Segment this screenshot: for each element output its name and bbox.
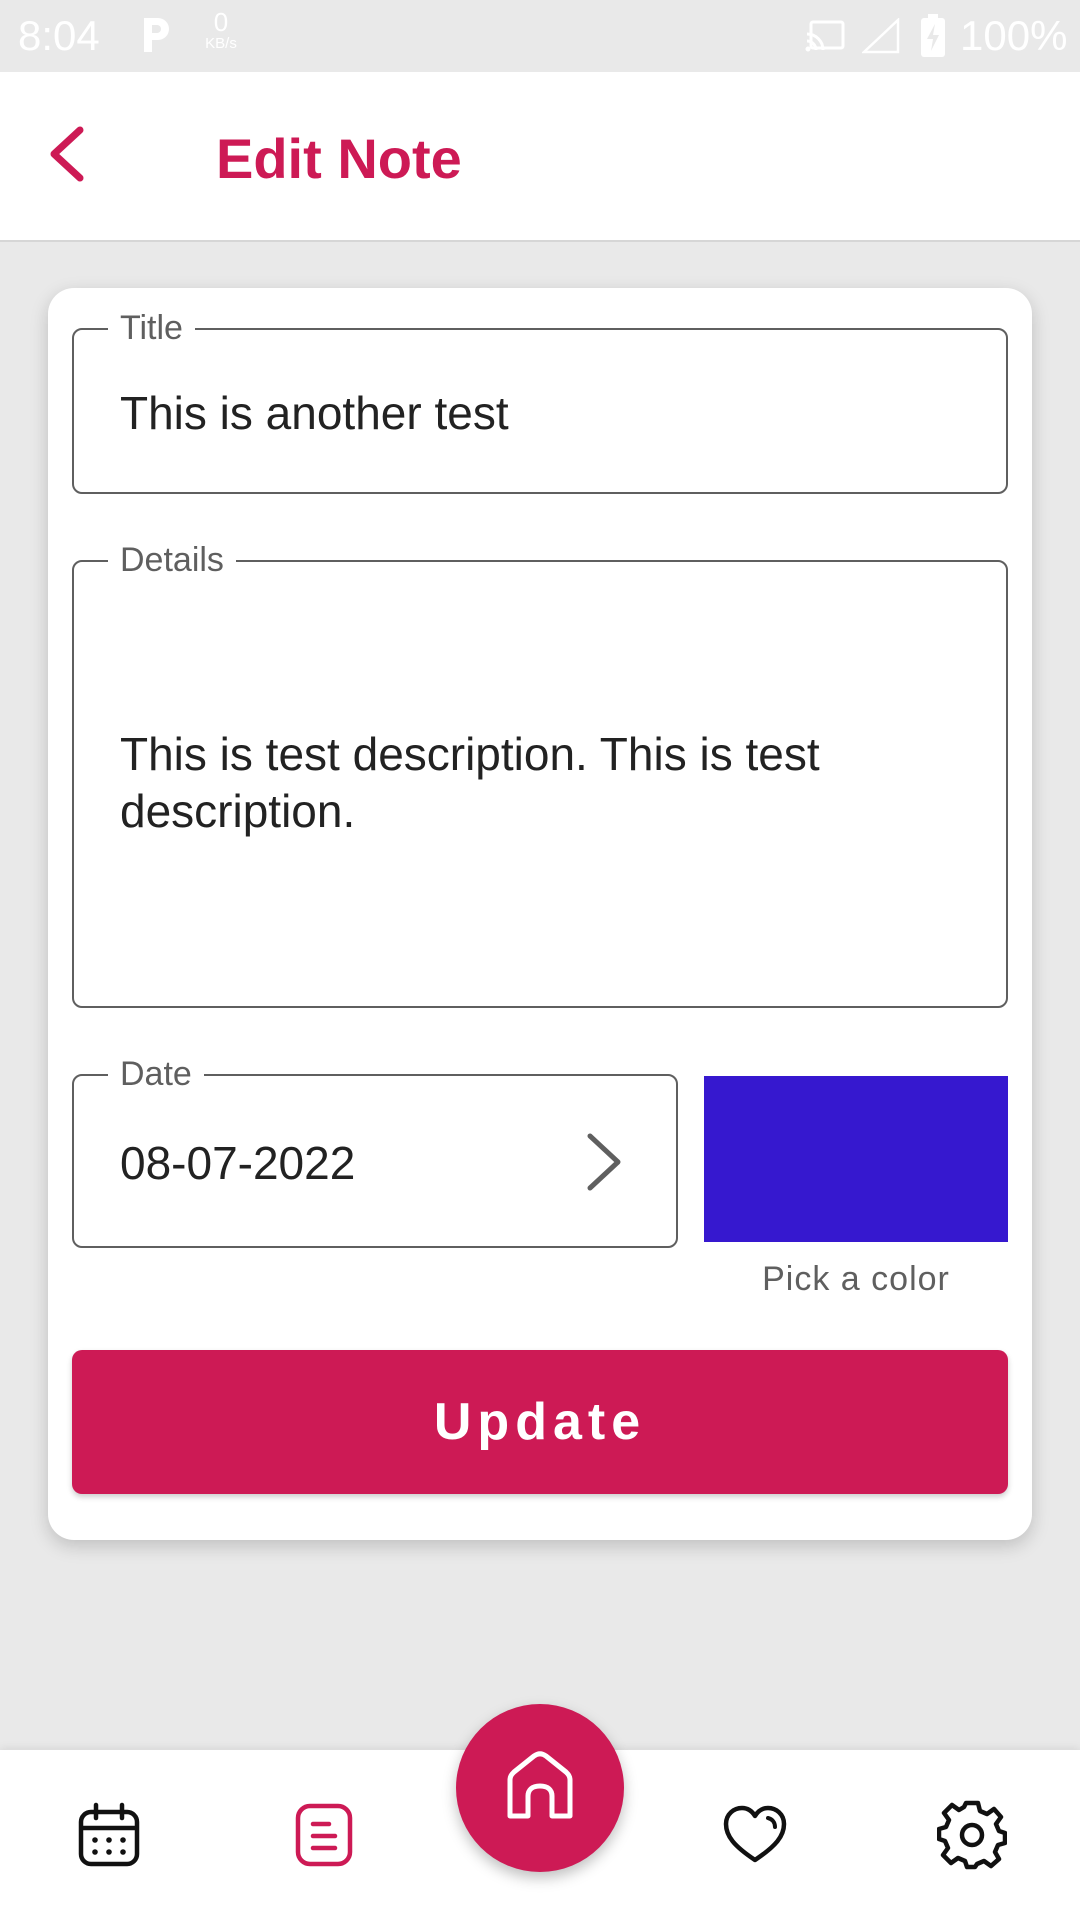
gear-icon — [936, 1800, 1008, 1870]
chevron-right-icon — [584, 1130, 624, 1199]
date-label: Date — [108, 1054, 204, 1094]
network-speed: 0 KB/s — [205, 7, 237, 52]
date-field[interactable]: Date 08-07-2022 — [72, 1054, 678, 1248]
details-textarea[interactable]: This is test description. This is test d… — [120, 726, 920, 840]
parking-app-icon — [138, 14, 174, 59]
chevron-left-icon — [50, 126, 84, 182]
note-form-card: Title This is another test Details This … — [48, 288, 1032, 1540]
title-label: Title — [108, 308, 195, 348]
pick-color-label: Pick a color — [762, 1260, 950, 1298]
cell-signal-icon — [860, 17, 900, 59]
nav-favorites[interactable] — [720, 1800, 790, 1870]
home-icon — [507, 1751, 573, 1819]
title-field[interactable]: Title This is another test — [72, 308, 1008, 494]
calendar-icon — [78, 1802, 140, 1867]
nav-settings[interactable] — [936, 1800, 1008, 1870]
status-bar: 8:04 0 KB/s 100% — [0, 0, 1080, 72]
battery-charging-icon — [920, 14, 946, 63]
status-time: 8:04 — [18, 12, 100, 59]
back-button[interactable] — [40, 124, 100, 184]
cast-icon — [805, 20, 845, 57]
notes-icon — [295, 1803, 353, 1867]
details-label: Details — [108, 540, 236, 580]
color-picker-swatch[interactable] — [704, 1076, 1008, 1242]
title-input[interactable]: This is another test — [120, 386, 509, 440]
home-fab-button[interactable] — [456, 1704, 624, 1872]
nav-notes[interactable] — [289, 1800, 359, 1870]
page-title: Edit Note — [216, 127, 462, 190]
details-field[interactable]: Details This is test description. This i… — [72, 540, 1008, 1008]
date-value: 08-07-2022 — [120, 1137, 356, 1189]
nav-calendar[interactable] — [74, 1800, 144, 1870]
heart-icon — [723, 1805, 787, 1863]
update-button[interactable]: Update — [72, 1350, 1008, 1494]
battery-percent: 100% — [960, 12, 1068, 59]
app-bar: Edit Note — [0, 72, 1080, 242]
